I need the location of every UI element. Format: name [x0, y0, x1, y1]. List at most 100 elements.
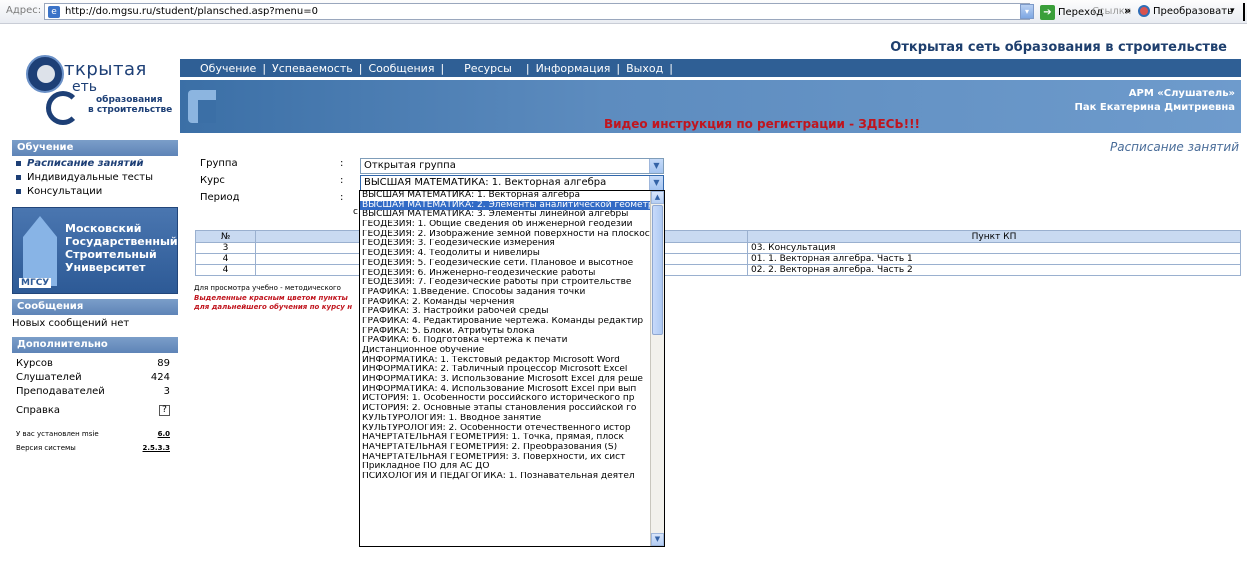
dropdown-option[interactable]: ВЫСШАЯ МАТЕМАТИКА: 2. Элементы аналитиче…: [360, 200, 650, 211]
group-select[interactable]: Открытая группа ▼: [360, 158, 664, 174]
toolbar-chevron-icon[interactable]: »: [1124, 4, 1131, 17]
dropdown-option[interactable]: ИСТОРИЯ: 2. Основные этапы становления р…: [360, 404, 650, 414]
building-icon: [23, 216, 57, 286]
site-logo[interactable]: ткрытая еть образования в строительстве: [22, 53, 182, 131]
address-url: http://do.mgsu.ru/student/plansched.asp?…: [65, 6, 318, 17]
sidebar-learning-header: Обучение: [12, 140, 178, 156]
nav-resources[interactable]: Ресурсы: [464, 62, 512, 75]
address-input[interactable]: e http://do.mgsu.ru/student/plansched.as…: [44, 3, 1030, 20]
dropdown-scrollbar[interactable]: ▲ ▼: [650, 191, 664, 546]
nav-exit[interactable]: Выход: [626, 62, 663, 75]
group-colon: :: [340, 158, 344, 169]
dropdown-option[interactable]: КУЛЬТУРОЛОГИЯ: 1. Вводное занятие: [360, 414, 650, 424]
scroll-down-icon[interactable]: ▼: [651, 533, 664, 546]
dropdown-option[interactable]: ГЕОДЕЗИЯ: 5. Геодезические сети. Планово…: [360, 259, 650, 269]
sidebar-item-label: Расписание занятий: [27, 158, 144, 169]
dropdown-option[interactable]: ГЕОДЕЗИЯ: 3. Геодезические измерения: [360, 239, 650, 249]
group-select-value: Открытая группа: [364, 160, 456, 171]
dropdown-option[interactable]: ИНФОРМАТИКА: 1. Текстовый редактор Micro…: [360, 356, 650, 366]
logo-text-big: ткрытая: [64, 59, 147, 80]
nav-learning[interactable]: Обучение: [200, 62, 256, 75]
header-num: №: [195, 230, 256, 243]
go-arrow-icon: ➔: [1040, 4, 1055, 20]
help-row[interactable]: Справка ?: [16, 405, 170, 416]
nav-progress[interactable]: Успеваемость: [272, 62, 353, 75]
dropdown-option[interactable]: ГРАФИКА: 2. Команды черчения: [360, 298, 650, 308]
course-label: Курс: [200, 175, 225, 186]
top-navigation: Обучение | Успеваемость | Сообщения | Ре…: [180, 59, 1241, 77]
row-num: 3: [195, 242, 256, 254]
nav-separator: |: [358, 61, 363, 75]
nav-separator: |: [525, 61, 530, 75]
sidebar-item-consultations[interactable]: Консультации: [16, 186, 102, 197]
university-banner[interactable]: МГСУ Московский Государственный Строител…: [12, 207, 178, 294]
course-select[interactable]: ВЫСШАЯ МАТЕМАТИКА: 1. Векторная алгебра …: [360, 175, 664, 191]
help-label: Справка: [16, 405, 61, 416]
dropdown-option[interactable]: ВЫСШАЯ МАТЕМАТИКА: 1. Векторная алгебра: [360, 191, 650, 201]
dropdown-option[interactable]: ГЕОДЕЗИЯ: 7. Геодезические работы при ст…: [360, 278, 650, 288]
logo-globe-icon: [26, 55, 64, 93]
convert-button[interactable]: Преобразовать: [1138, 5, 1233, 17]
dropdown-option[interactable]: ГЕОДЕЗИЯ: 4. Теодолиты и нивелиры: [360, 249, 650, 259]
table-row[interactable]: 4 02. 2. Векторная алгебра. Часть 2: [195, 264, 1241, 276]
nav-messages[interactable]: Сообщения: [368, 62, 434, 75]
dropdown-option[interactable]: Дистанционное обучение: [360, 346, 650, 356]
dropdown-option[interactable]: ГРАФИКА: 6. Подготовка чертежа к печати: [360, 336, 650, 346]
help-icon[interactable]: ?: [159, 405, 170, 416]
sidebar-item-label: Индивидуальные тесты: [27, 172, 154, 183]
dropdown-option[interactable]: ГРАФИКА: 1.Введение. Способы задания точ…: [360, 288, 650, 298]
installed-value[interactable]: 6.0: [158, 430, 170, 438]
dropdown-option[interactable]: ГЕОДЕЗИЯ: 6. Инженерно-геодезические раб…: [360, 269, 650, 279]
nav-separator: |: [616, 61, 621, 75]
dropdown-option[interactable]: ПСИХОЛОГИЯ И ПЕДАГОГИКА: 1. Познавательн…: [360, 472, 650, 482]
dropdown-option[interactable]: ИНФОРМАТИКА: 3. Использование Microsoft …: [360, 375, 650, 385]
dropdown-option[interactable]: НАЧЕРТАТЕЛЬНАЯ ГЕОМЕТРИЯ: 2. Преобразова…: [360, 443, 650, 453]
materials-note: Для просмотра учебно - методического: [194, 284, 341, 292]
dropdown-option[interactable]: ГЕОДЕЗИЯ: 1. Общие сведения об инженерно…: [360, 220, 650, 230]
sidebar-item-schedule[interactable]: Расписание занятий: [16, 158, 143, 169]
course-dropdown-list[interactable]: ВЫСШАЯ МАТЕМАТИКА: 1. Векторная алгебра В…: [359, 190, 665, 547]
version-label: Версия системы: [16, 444, 76, 452]
video-instruction-link[interactable]: Видео инструкция по регистрации - ЗДЕСЬ!…: [604, 117, 920, 131]
chevron-down-icon[interactable]: ▼: [649, 159, 663, 173]
dropdown-option[interactable]: ГРАФИКА: 5. Блоки. Атрибуты блока: [360, 327, 650, 337]
red-items-note: Выделенные красным цветом пункты: [194, 294, 348, 302]
dropdown-option[interactable]: КУЛЬТУРОЛОГИЯ: 2. Особенности отечествен…: [360, 424, 650, 434]
row-num: 4: [195, 264, 256, 276]
address-dropdown-button[interactable]: ▾: [1020, 4, 1034, 19]
convert-dropdown-icon[interactable]: ▾: [1230, 6, 1235, 16]
red-items-note-cont: для дальнейшего обучения по курсу н: [194, 303, 353, 311]
nav-information[interactable]: Информация: [536, 62, 611, 75]
sidebar-item-tests[interactable]: Индивидуальные тесты: [16, 172, 153, 183]
dropdown-option[interactable]: Прикладное ПО для АС ДО: [360, 462, 650, 472]
dropdown-options: ВЫСШАЯ МАТЕМАТИКА: 1. Векторная алгебра В…: [360, 191, 650, 482]
university-name-line: Московский: [65, 222, 142, 235]
logo-text-et: еть: [72, 79, 98, 95]
table-row[interactable]: 4 01. 1. Векторная алгебра. Часть 1: [195, 253, 1241, 265]
stat-label: Преподавателей: [16, 386, 105, 397]
table-row[interactable]: 3 03. Консультация: [195, 242, 1241, 254]
dropdown-option[interactable]: ИНФОРМАТИКА: 2. Табличный процессор Micr…: [360, 365, 650, 375]
header-item: Пункт КП: [747, 230, 1241, 243]
dropdown-option[interactable]: ИСТОРИЯ: 1. Особенности российского исто…: [360, 394, 650, 404]
bullet-icon: [16, 175, 21, 180]
dropdown-option[interactable]: ГЕОДЕЗИЯ: 2. Изображение земной поверхно…: [360, 230, 650, 240]
scroll-up-icon[interactable]: ▲: [651, 191, 664, 204]
chevron-down-icon[interactable]: ▼: [649, 176, 663, 190]
dropdown-option[interactable]: ИНФОРМАТИКА: 4. Использование Microsoft …: [360, 385, 650, 395]
row-item: 01. 1. Векторная алгебра. Часть 1: [747, 253, 1241, 265]
dropdown-option[interactable]: ГРАФИКА: 4. Редактирование чертежа. Кома…: [360, 317, 650, 327]
site-title: Открытая сеть образования в строительств…: [890, 40, 1227, 55]
dropdown-option[interactable]: НАЧЕРТАТЕЛЬНАЯ ГЕОМЕТРИЯ: 3. Поверхности…: [360, 453, 650, 463]
dropdown-option[interactable]: НАЧЕРТАТЕЛЬНАЯ ГЕОМЕТРИЯ: 1. Точка, прям…: [360, 433, 650, 443]
scroll-thumb[interactable]: [652, 205, 663, 335]
sidebar-messages-header: Сообщения: [12, 299, 178, 315]
dropdown-option[interactable]: ВЫСШАЯ МАТЕМАТИКА: 3. Элементы линейной …: [360, 210, 650, 220]
dropdown-option[interactable]: ГРАФИКА: 3. Настройки рабочей среды: [360, 307, 650, 317]
period-fragment: с: [353, 207, 358, 217]
user-name: Пак Екатерина Дмитриевна: [1074, 102, 1235, 113]
row-item: 02. 2. Векторная алгебра. Часть 2: [747, 264, 1241, 276]
convert-label: Преобразовать: [1153, 5, 1233, 17]
version-value[interactable]: 2.5.3.3: [143, 444, 170, 452]
sidebar-item-label: Консультации: [27, 186, 103, 197]
